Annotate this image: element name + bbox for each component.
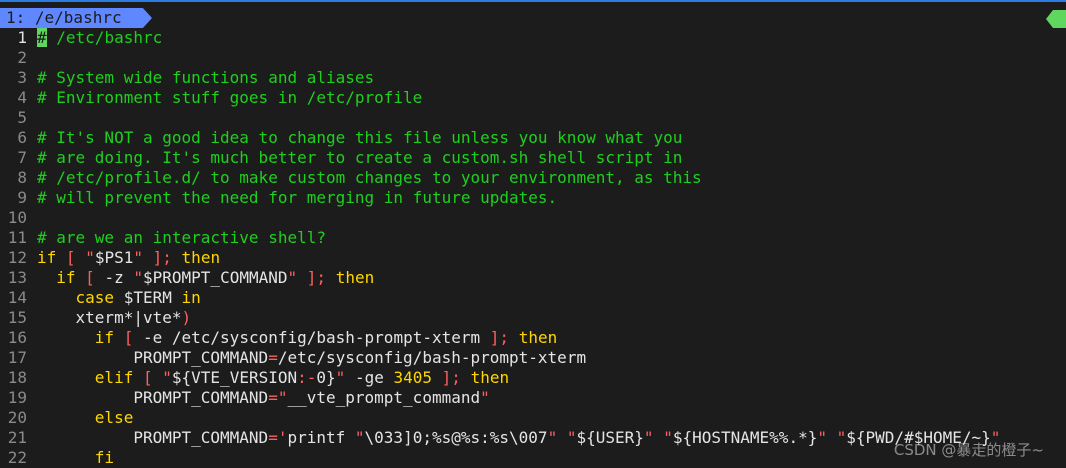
line-number: 21 [7, 428, 27, 447]
line-number: 15 [7, 308, 27, 327]
comment-text: /etc/bashrc [46, 28, 163, 47]
line-number: 16 [7, 328, 27, 347]
code-line[interactable]: 14 case $TERM in [0, 288, 1066, 308]
line-number: 12 [7, 248, 27, 267]
code-line[interactable]: 20 else [0, 408, 1066, 428]
line-number: 6 [17, 128, 27, 147]
line-number: 11 [7, 228, 27, 247]
line-number: 19 [7, 388, 27, 407]
line-number: 7 [17, 148, 27, 167]
code-line[interactable]: 8 # /etc/profile.d/ to make custom change… [0, 168, 1066, 188]
line-number: 18 [7, 368, 27, 387]
line-number: 10 [7, 208, 27, 227]
line-number: 20 [7, 408, 27, 427]
code-line[interactable]: 3 # System wide functions and aliases [0, 68, 1066, 88]
code-editor[interactable]: 1 # /etc/bashrc 2 3 # System wide function… [0, 28, 1066, 468]
code-line[interactable]: 18 elif [ "${VTE_VERSION:-0}" -ge 3405 ]… [0, 368, 1066, 388]
tab-bar: 1: /e/bashrc [0, 2, 1066, 28]
code-line[interactable]: 10 [0, 208, 1066, 228]
line-number: 8 [17, 168, 27, 187]
code-line[interactable]: 12 if [ "$PS1" ]; then [0, 248, 1066, 268]
code-line[interactable]: 7 # are doing. It's much better to create… [0, 148, 1066, 168]
comment-text: # /etc/profile.d/ to make custom changes… [37, 168, 702, 187]
line-number: 4 [17, 88, 27, 107]
line-number: 2 [17, 48, 27, 67]
line-number: 22 [7, 448, 27, 467]
code-line[interactable]: 2 [0, 48, 1066, 68]
csdn-watermark: CSDN @暴走的橙子~ [893, 441, 1044, 459]
line-number: 9 [17, 188, 27, 207]
comment-text: # It's NOT a good idea to change this fi… [37, 128, 683, 147]
code-line[interactable]: 11 # are we an interactive shell? [0, 228, 1066, 248]
comment-text: # are doing. It's much better to create … [37, 148, 683, 167]
text-cursor: # [37, 28, 47, 47]
code-line[interactable]: 19 PROMPT_COMMAND="__vte_prompt_command" [0, 388, 1066, 408]
code-line[interactable]: 4 # Environment stuff goes in /etc/profil… [0, 88, 1066, 108]
tab-bar-right-marker [1046, 10, 1066, 28]
line-number: 5 [17, 108, 27, 127]
line-number: 3 [17, 68, 27, 87]
code-line[interactable]: 9 # will prevent the need for merging in … [0, 188, 1066, 208]
line-number: 14 [7, 288, 27, 307]
comment-text: # are we an interactive shell? [37, 228, 326, 247]
code-line[interactable]: 16 if [ -e /etc/sysconfig/bash-prompt-xt… [0, 328, 1066, 348]
comment-text: # Environment stuff goes in /etc/profile [37, 88, 423, 107]
code-line[interactable]: 13 if [ -z "$PROMPT_COMMAND" ]; then [0, 268, 1066, 288]
code-line[interactable]: 1 # /etc/bashrc [0, 28, 1066, 48]
tab-bashrc[interactable]: 1: /e/bashrc [0, 8, 152, 28]
comment-text: # will prevent the need for merging in f… [37, 188, 558, 207]
line-number: 13 [7, 268, 27, 287]
line-number: 17 [7, 348, 27, 367]
code-line[interactable]: 15 xterm*|vte*) [0, 308, 1066, 328]
code-line[interactable]: 17 PROMPT_COMMAND=/etc/sysconfig/bash-pr… [0, 348, 1066, 368]
code-line[interactable]: 5 [0, 108, 1066, 128]
comment-text: # System wide functions and aliases [37, 68, 375, 87]
code-line[interactable]: 6 # It's NOT a good idea to change this f… [0, 128, 1066, 148]
line-number: 1 [17, 28, 27, 47]
